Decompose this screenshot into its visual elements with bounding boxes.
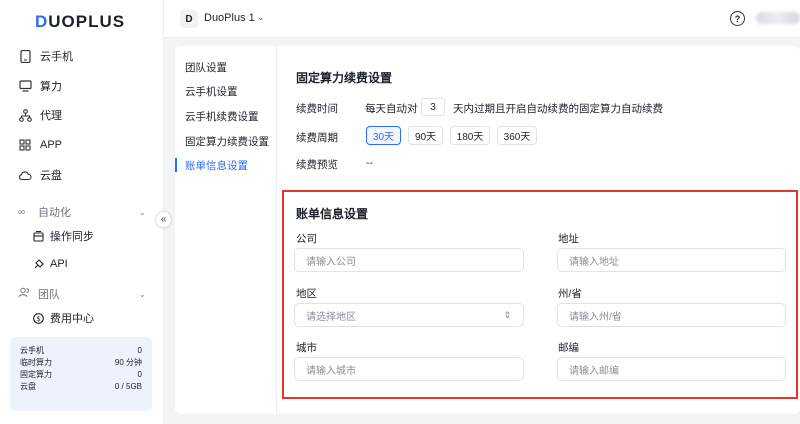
settings-nav-cloud-phone[interactable]: 云手机设置 [185, 82, 238, 100]
sidebar-item-label: 云盘 [40, 170, 62, 182]
renew-time-label: 续费时间 [296, 103, 338, 115]
users-icon [18, 287, 32, 301]
settings-nav-billing-info[interactable]: 账单信息设置 [185, 156, 248, 174]
chevron-down-icon: ⌄ [138, 288, 146, 299]
company-input[interactable]: 请输入公司 [294, 248, 524, 272]
sidebar-group-label: 自动化 [38, 207, 71, 219]
stat-row: 临时算力 90 分钟 [20, 358, 142, 367]
period-90-button[interactable]: 90天 [408, 126, 443, 145]
settings-nav-cloud-phone-renew[interactable]: 云手机续费设置 [185, 107, 259, 125]
city-label: 城市 [296, 342, 317, 354]
sidebar: DUOPLUS 云手机 算力 代理 APP 云盘 ∞ 自动化 ⌄ 操作同步 AP… [0, 0, 164, 424]
address-input[interactable]: 请输入地址 [557, 248, 786, 272]
renew-time-prefix: 每天自动对 [365, 103, 418, 115]
postal-input[interactable]: 请输入邮编 [557, 357, 786, 381]
sidebar-item-api[interactable]: API [32, 254, 68, 274]
settings-card: 团队设置 云手机设置 云手机续费设置 固定算力续费设置 账单信息设置 固定算力续… [175, 46, 800, 414]
period-360-button[interactable]: 360天 [497, 126, 537, 145]
settings-nav-team[interactable]: 团队设置 [185, 58, 227, 76]
grid-icon [18, 138, 32, 152]
sidebar-item-label: 云手机 [40, 51, 73, 63]
sidebar-item-sync[interactable]: 操作同步 [32, 226, 94, 246]
sidebar-item-billing-center[interactable]: $ 费用中心 [32, 308, 94, 328]
active-indicator [175, 158, 177, 172]
team-avatar: D [180, 10, 198, 28]
sidebar-item-label: 操作同步 [50, 231, 94, 243]
sidebar-item-label: 费用中心 [50, 313, 94, 325]
sidebar-item-app[interactable]: APP [18, 134, 62, 156]
app-logo[interactable]: DUOPLUS [35, 12, 125, 32]
chevron-down-icon[interactable]: ⌄ [257, 12, 265, 23]
help-icon[interactable]: ? [730, 11, 745, 26]
cloud-icon [18, 168, 32, 182]
collapse-sidebar-button[interactable]: « [155, 211, 172, 228]
postal-label: 邮编 [558, 342, 579, 354]
sidebar-item-label: 算力 [40, 81, 62, 93]
sidebar-item-compute[interactable]: 算力 [18, 75, 62, 97]
sidebar-group-team[interactable]: 团队 ⌄ [18, 284, 146, 304]
dollar-circle-icon: $ [32, 312, 44, 324]
region-select[interactable]: 请选择地区 ⇕ [294, 303, 524, 327]
sync-icon [32, 230, 44, 242]
resource-stats-panel: 云手机 0 临时算力 90 分钟 固定算力 0 云盘 0 / 5GB [10, 337, 152, 411]
api-plug-icon [32, 258, 44, 270]
sidebar-item-cloud-phone[interactable]: 云手机 [18, 45, 73, 67]
renew-days-input[interactable]: 3 [421, 98, 445, 116]
stat-row: 固定算力 0 [20, 370, 142, 379]
region-select-placeholder: 请选择地区 [306, 311, 356, 323]
billing-section-title: 账单信息设置 [296, 207, 369, 221]
sidebar-group-automation[interactable]: ∞ 自动化 ⌄ [18, 202, 146, 222]
select-arrows-icon: ⇕ [503, 309, 511, 320]
period-180-button[interactable]: 180天 [450, 126, 490, 145]
topbar: D DuoPlus 1 ⌄ ? [164, 0, 800, 38]
sidebar-group-label: 团队 [38, 289, 60, 301]
sidebar-item-label: 代理 [40, 110, 62, 122]
network-icon [18, 108, 32, 122]
settings-nav-compute-renew[interactable]: 固定算力续费设置 [185, 132, 269, 150]
infinity-icon: ∞ [18, 206, 26, 218]
phone-icon [18, 49, 32, 63]
sidebar-item-label: API [50, 258, 68, 270]
stat-row: 云手机 0 [20, 346, 142, 355]
svg-text:$: $ [36, 315, 40, 323]
period-30-button[interactable]: 30天 [366, 126, 401, 145]
sidebar-item-cloud-disk[interactable]: 云盘 [18, 164, 62, 186]
state-input[interactable]: 请输入州/省 [557, 303, 786, 327]
company-label: 公司 [296, 233, 317, 245]
sidebar-item-label: APP [40, 139, 63, 151]
team-switcher[interactable]: DuoPlus 1 [204, 12, 255, 24]
renew-period-label: 续费周期 [296, 132, 338, 144]
chevron-down-icon: ⌄ [138, 206, 146, 217]
stat-row: 云盘 0 / 5GB [20, 382, 142, 391]
address-label: 地址 [558, 233, 579, 245]
renew-time-suffix: 天内过期且开启自动续费的固定算力自动续费 [453, 103, 663, 115]
city-input[interactable]: 请输入城市 [294, 357, 524, 381]
monitor-icon [18, 79, 32, 93]
renew-preview-label: 续费预览 [296, 159, 338, 171]
renew-section-title: 固定算力续费设置 [296, 71, 393, 85]
settings-nav: 团队设置 云手机设置 云手机续费设置 固定算力续费设置 账单信息设置 [175, 46, 277, 414]
sidebar-item-proxy[interactable]: 代理 [18, 104, 62, 126]
region-label: 地区 [296, 288, 317, 300]
renew-preview-value: -- [366, 157, 373, 169]
state-label: 州/省 [558, 288, 582, 300]
user-menu[interactable] [756, 12, 800, 24]
